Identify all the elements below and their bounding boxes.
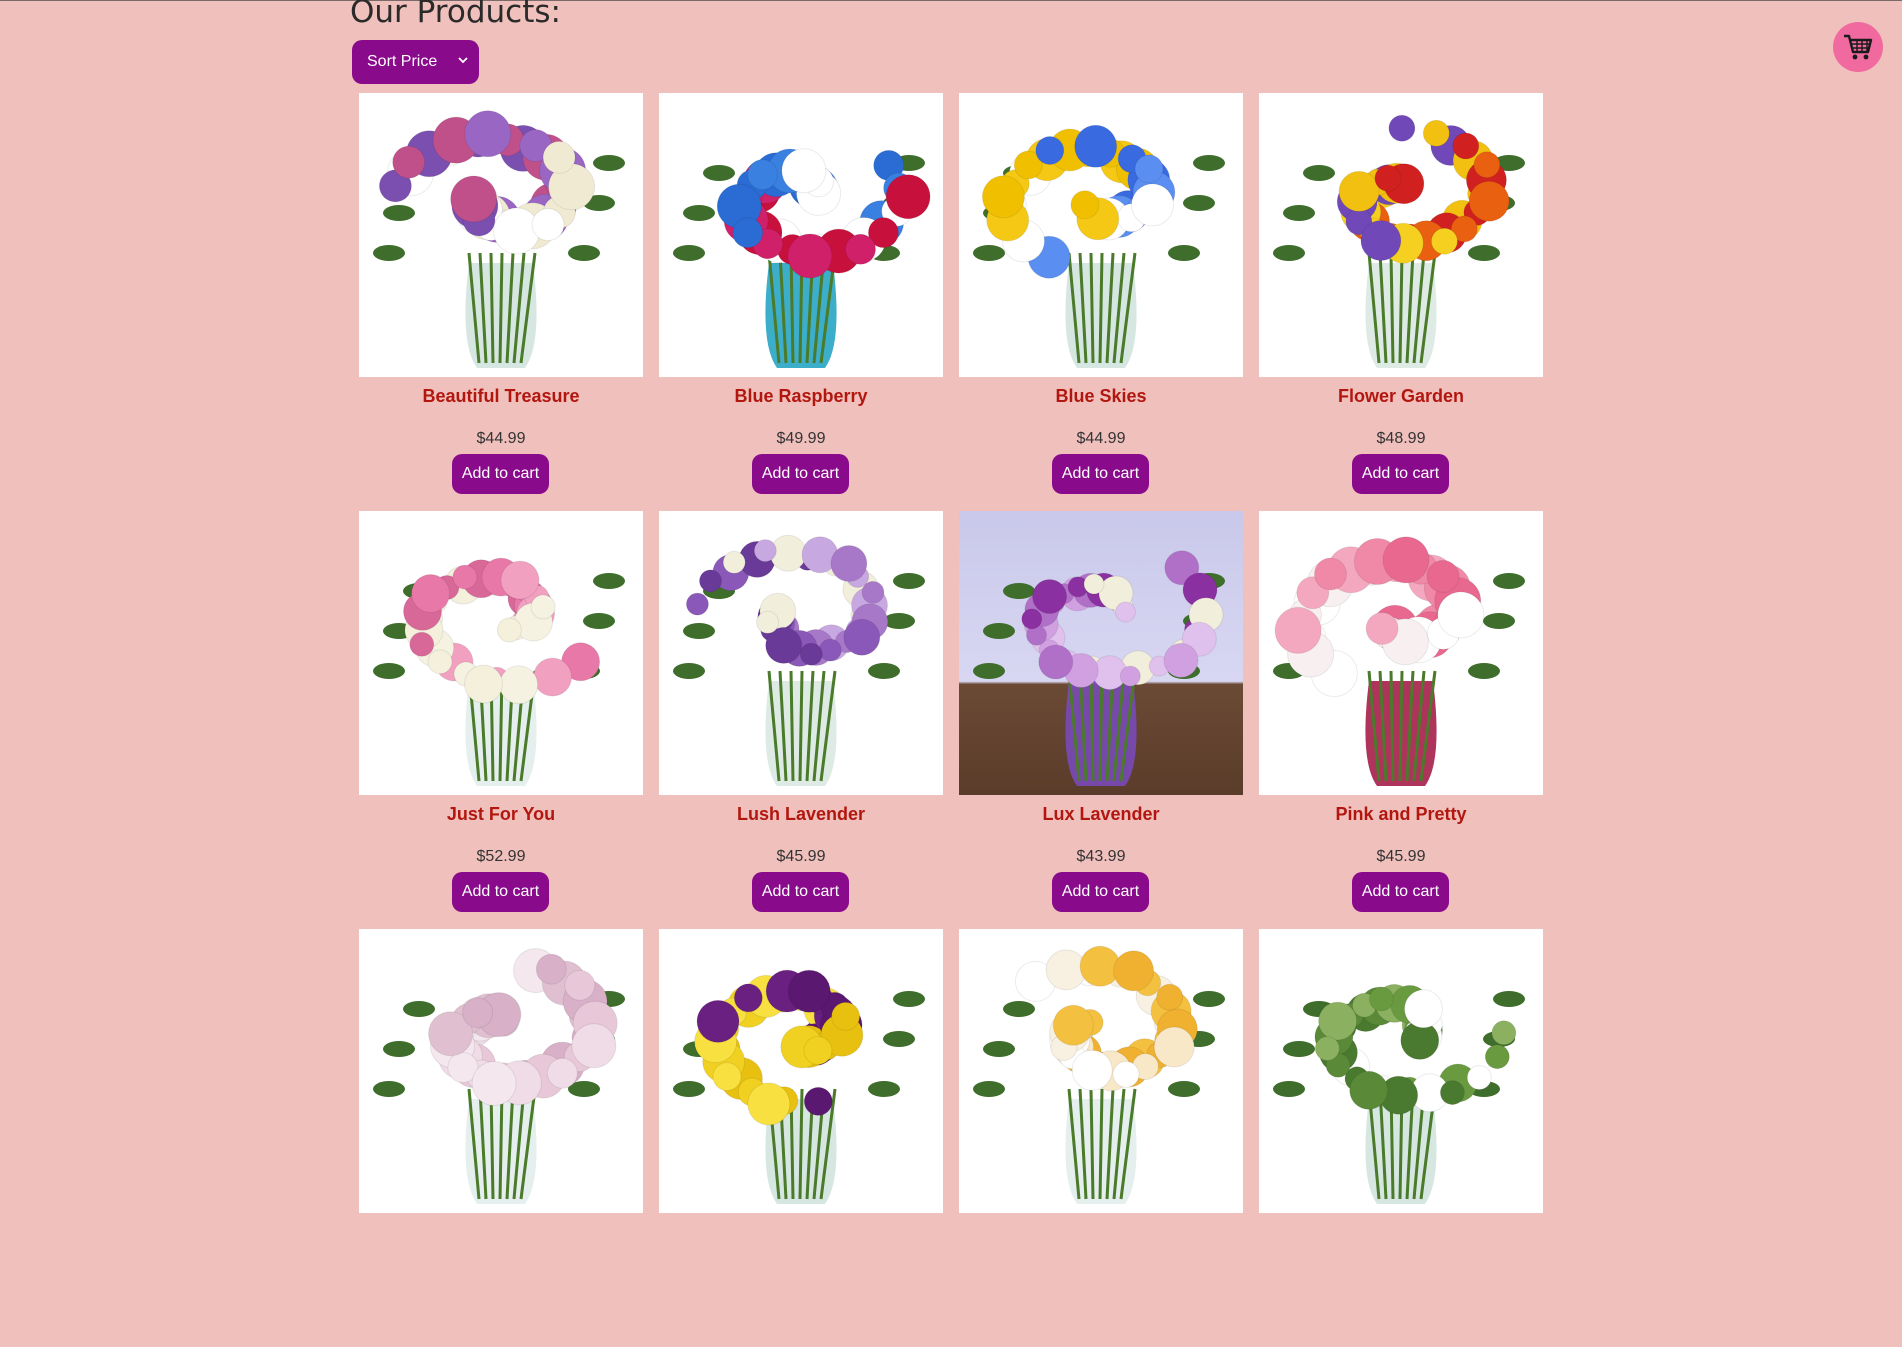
product-card <box>959 929 1243 1347</box>
product-name: Lush Lavender <box>736 804 866 824</box>
product-card: Blue Raspberry $49.99 Add to cart <box>659 93 943 511</box>
product-card: Blue Skies $44.99 Add to cart <box>959 93 1243 511</box>
bouquet-illustration <box>1273 983 1525 1204</box>
sort-select-label: Sort Price <box>367 53 438 70</box>
product-image[interactable] <box>659 511 943 795</box>
add-to-cart-button[interactable]: Add to cart <box>752 872 849 912</box>
product-card <box>659 929 943 1347</box>
product-image[interactable] <box>1259 93 1543 377</box>
product-price: $44.99 <box>476 430 526 447</box>
bouquet-illustration <box>1273 536 1525 786</box>
product-price: $48.99 <box>1376 430 1426 447</box>
product-image[interactable] <box>359 511 643 795</box>
bouquet-illustration <box>973 550 1225 786</box>
product-image[interactable] <box>359 929 643 1213</box>
bouquet-illustration <box>373 948 625 1204</box>
chevron-down-icon <box>458 57 468 64</box>
product-price: $43.99 <box>1076 848 1126 865</box>
add-to-cart-button[interactable]: Add to cart <box>752 454 849 494</box>
add-to-cart-button[interactable]: Add to cart <box>1052 872 1149 912</box>
bouquet-illustration <box>673 148 931 368</box>
add-to-cart-button[interactable]: Add to cart <box>452 872 549 912</box>
product-name: Flower Garden <box>1337 386 1465 406</box>
product-card: Pink and Pretty $45.99 Add to cart <box>1259 511 1543 929</box>
bouquet-illustration <box>373 557 625 786</box>
product-price: $44.99 <box>1076 430 1126 447</box>
product-image[interactable] <box>959 93 1243 377</box>
product-card: Flower Garden $48.99 Add to cart <box>1259 93 1543 511</box>
product-card: Beautiful Treasure $44.99 Add to cart <box>359 93 643 511</box>
product-card: Just For You $52.99 Add to cart <box>359 511 643 929</box>
product-card: Lux Lavender $43.99 Add to cart <box>959 511 1243 929</box>
product-name: Just For You <box>446 804 556 824</box>
product-image[interactable] <box>1259 929 1543 1213</box>
bouquet-illustration <box>673 534 925 786</box>
bouquet-illustration <box>373 110 625 368</box>
page-title: Our Products: <box>350 0 561 30</box>
product-price: $52.99 <box>476 848 526 865</box>
product-image[interactable] <box>959 511 1243 795</box>
bouquet-illustration <box>973 945 1225 1204</box>
product-name: Lux Lavender <box>1042 804 1160 824</box>
product-image[interactable] <box>659 93 943 377</box>
bouquet-illustration <box>973 124 1225 368</box>
product-name: Blue Raspberry <box>734 386 868 406</box>
product-card: Lush Lavender $45.99 Add to cart <box>659 511 943 929</box>
bouquet-illustration <box>673 969 925 1204</box>
product-price: $45.99 <box>1376 848 1426 865</box>
product-card <box>359 929 643 1347</box>
product-name: Pink and Pretty <box>1335 804 1467 824</box>
top-border <box>0 0 1902 1</box>
add-to-cart-button[interactable]: Add to cart <box>452 454 549 494</box>
product-grid: Beautiful Treasure $44.99 Add to cart Blue … <box>359 93 1543 1347</box>
sort-price-select[interactable]: Sort Price <box>352 40 479 84</box>
product-image[interactable] <box>659 929 943 1213</box>
shopping-cart-icon <box>1844 34 1873 60</box>
product-name: Beautiful Treasure <box>422 386 580 406</box>
add-to-cart-button[interactable]: Add to cart <box>1352 454 1449 494</box>
cart-button[interactable] <box>1833 22 1883 72</box>
add-to-cart-button[interactable]: Add to cart <box>1052 454 1149 494</box>
product-image[interactable] <box>1259 511 1543 795</box>
product-price: $45.99 <box>776 848 826 865</box>
product-card <box>1259 929 1543 1347</box>
product-name: Blue Skies <box>1055 386 1147 406</box>
add-to-cart-button[interactable]: Add to cart <box>1352 872 1449 912</box>
product-price: $49.99 <box>776 430 826 447</box>
product-image[interactable] <box>359 93 643 377</box>
bouquet-illustration <box>1273 114 1525 368</box>
product-image[interactable] <box>959 929 1243 1213</box>
